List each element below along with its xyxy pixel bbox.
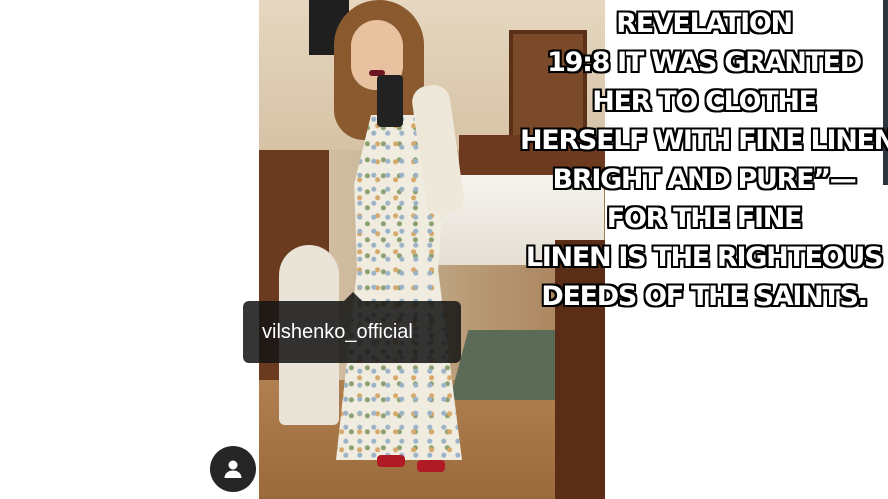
meme-caption: REVELATION 19:8 IT WAS GRANTED HER TO CL… — [520, 4, 888, 316]
user-tag-label: vilshenko_official — [262, 320, 413, 343]
user-tag[interactable]: vilshenko_official — [243, 292, 461, 363]
user-tags-button[interactable] — [210, 446, 256, 492]
caption-line: FOR THE FINE — [606, 203, 803, 234]
caption-line: LINEN IS THE RIGHTEOUS — [525, 242, 884, 273]
photo-shoe-left — [377, 455, 405, 467]
caption-line: HER TO CLOTHE — [592, 86, 817, 117]
caption-line: BRIGHT AND PURE”— — [552, 164, 857, 195]
photo-shoe-right — [417, 460, 445, 472]
caption-line: DEEDS OF THE SAINTS. — [541, 281, 868, 312]
caption-line: REVELATION — [616, 8, 793, 39]
caption-line: 19:8 IT WAS GRANTED — [547, 47, 862, 78]
photo-phone — [377, 75, 403, 127]
caption-line: HERSELF WITH FINE LINEN, — [520, 125, 888, 156]
